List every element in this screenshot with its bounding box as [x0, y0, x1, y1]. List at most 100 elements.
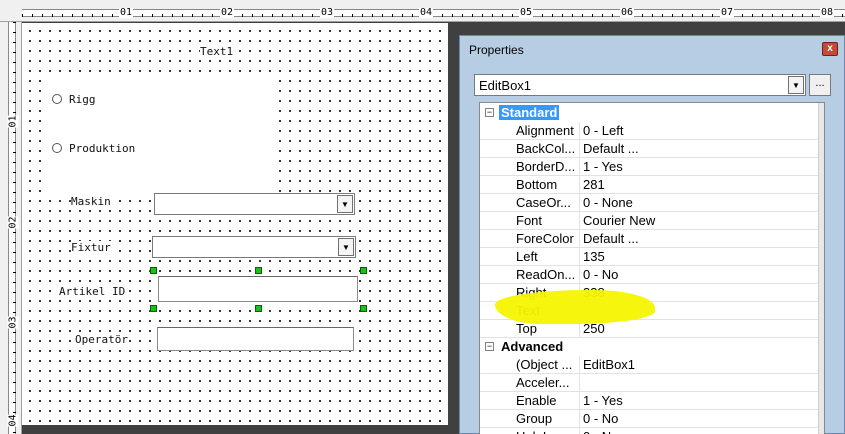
radio-group-panel[interactable]: [44, 73, 272, 193]
resize-handle[interactable]: [360, 267, 367, 274]
ruler-label: 03: [320, 7, 335, 18]
column-divider: [579, 266, 580, 284]
property-value[interactable]: 0 - No: [583, 429, 618, 434]
resize-handle[interactable]: [255, 305, 262, 312]
yellow-highlight-annotation: [495, 290, 655, 324]
property-value[interactable]: 0 - Left: [583, 123, 623, 138]
ruler-label: 04: [419, 7, 434, 18]
horizontal-ruler: 01 02 03 04 05 06 07 08: [0, 0, 845, 22]
object-selector[interactable]: EditBox1 ▼: [474, 74, 806, 96]
property-row[interactable]: Left 135: [480, 248, 820, 266]
property-row[interactable]: Bottom 281: [480, 176, 820, 194]
property-value[interactable]: 1 - Yes: [583, 393, 623, 408]
property-name: Acceler...: [516, 375, 570, 390]
property-row[interactable]: Group 0 - No: [480, 410, 820, 428]
property-row[interactable]: Enable 1 - Yes: [480, 392, 820, 410]
ruler-label: 01: [119, 7, 134, 18]
property-value[interactable]: 0 - None: [583, 195, 633, 210]
chevron-down-icon[interactable]: ▼: [788, 76, 804, 94]
property-name: BackCol...: [516, 141, 576, 156]
property-name: Alignment: [516, 123, 574, 138]
property-row[interactable]: ForeColor Default ...: [480, 230, 820, 248]
property-name: ReadOn...: [516, 267, 576, 282]
property-name: Enable: [516, 393, 557, 408]
operator-label[interactable]: Operatör: [75, 333, 128, 346]
property-name: Bottom: [516, 177, 558, 192]
column-divider: [579, 392, 580, 410]
property-name: (Object ...: [516, 357, 573, 372]
form-design-canvas[interactable]: Text1 Rigg Produktion Maskin ▼ Fixtur ▼ …: [22, 23, 448, 425]
property-row[interactable]: BackCol... Default ...: [480, 140, 820, 158]
column-divider: [579, 248, 580, 266]
fixtur-label[interactable]: Fixtur: [71, 241, 111, 254]
property-name: Font: [516, 213, 543, 228]
property-row[interactable]: (Object ... EditBox1: [480, 356, 820, 374]
text1-label[interactable]: Text1: [200, 45, 234, 58]
column-divider: [579, 212, 580, 230]
property-row[interactable]: BorderD... 1 - Yes: [480, 158, 820, 176]
property-row[interactable]: Font Courier New: [480, 212, 820, 230]
property-value[interactable]: Default ...: [583, 141, 639, 156]
category-label[interactable]: Advanced: [499, 339, 565, 354]
maskin-label[interactable]: Maskin: [71, 195, 111, 208]
chevron-down-icon[interactable]: ▼: [337, 195, 353, 213]
rigg-radio-label[interactable]: Rigg: [69, 93, 96, 106]
produktion-radio-label[interactable]: Produktion: [69, 142, 136, 155]
property-value[interactable]: 1 - Yes: [583, 159, 623, 174]
property-grid[interactable]: − Standard Alignment 0 - Left BackCol... De…: [479, 102, 825, 434]
property-value[interactable]: 0 - No: [583, 411, 618, 426]
column-divider: [579, 176, 580, 194]
property-row[interactable]: Acceler...: [480, 374, 820, 392]
operator-editbox[interactable]: [157, 327, 354, 351]
properties-window[interactable]: Properties x EditBox1 ▼ ... − Standard A…: [459, 35, 845, 434]
property-name: Left: [516, 249, 538, 264]
chevron-down-icon[interactable]: ▼: [338, 238, 354, 256]
vertical-ruler: 01 02 03 04: [0, 22, 22, 434]
property-row[interactable]: CaseOr... 0 - None: [480, 194, 820, 212]
vertical-scrollbar[interactable]: [818, 103, 824, 434]
category-advanced[interactable]: − Advanced: [480, 338, 820, 356]
column-divider: [579, 122, 580, 140]
artikel-id-editbox[interactable]: [158, 276, 358, 302]
property-row[interactable]: Alignment 0 - Left: [480, 122, 820, 140]
column-divider: [579, 428, 580, 434]
ruler-label: 05: [519, 7, 534, 18]
property-value[interactable]: EditBox1: [583, 357, 635, 372]
resize-handle[interactable]: [255, 267, 262, 274]
column-divider: [579, 230, 580, 248]
ruler-label: 08: [820, 7, 835, 18]
property-value[interactable]: 0 - No: [583, 267, 618, 282]
property-value[interactable]: Courier New: [583, 213, 655, 228]
property-name: ForeColor: [516, 231, 574, 246]
category-standard[interactable]: − Standard: [480, 104, 820, 122]
property-name: HelpIn...: [516, 429, 578, 434]
maskin-combobox[interactable]: ▼: [154, 193, 355, 215]
property-name: Group: [516, 411, 553, 426]
property-name: CaseOr...: [516, 195, 571, 210]
property-row[interactable]: ReadOn... 0 - No: [480, 266, 820, 284]
column-divider: [579, 374, 580, 392]
resize-handle[interactable]: [360, 305, 367, 312]
rigg-radio[interactable]: [52, 94, 62, 104]
column-divider: [579, 194, 580, 212]
artikel-id-label[interactable]: Artikel ID: [59, 285, 126, 298]
ruler-label: 07: [720, 7, 735, 18]
property-value[interactable]: Default ...: [583, 231, 639, 246]
ellipsis-button[interactable]: ...: [809, 74, 831, 96]
resize-handle[interactable]: [150, 267, 157, 274]
fixtur-combobox[interactable]: ▼: [152, 236, 356, 258]
collapse-icon[interactable]: −: [485, 342, 494, 351]
object-selector-value: EditBox1: [479, 78, 532, 93]
produktion-radio[interactable]: [52, 143, 62, 153]
ruler-label: 02: [7, 216, 19, 229]
column-divider: [579, 140, 580, 158]
property-name: BorderD...: [516, 159, 576, 174]
property-value[interactable]: 135: [583, 249, 605, 264]
resize-handle[interactable]: [150, 305, 157, 312]
close-icon[interactable]: x: [822, 42, 838, 56]
category-label[interactable]: Standard: [499, 105, 560, 120]
collapse-icon[interactable]: −: [485, 108, 494, 117]
property-row[interactable]: HelpIn... 0 - No: [480, 428, 820, 434]
ruler-label: 03: [7, 316, 19, 329]
property-value[interactable]: 281: [583, 177, 605, 192]
